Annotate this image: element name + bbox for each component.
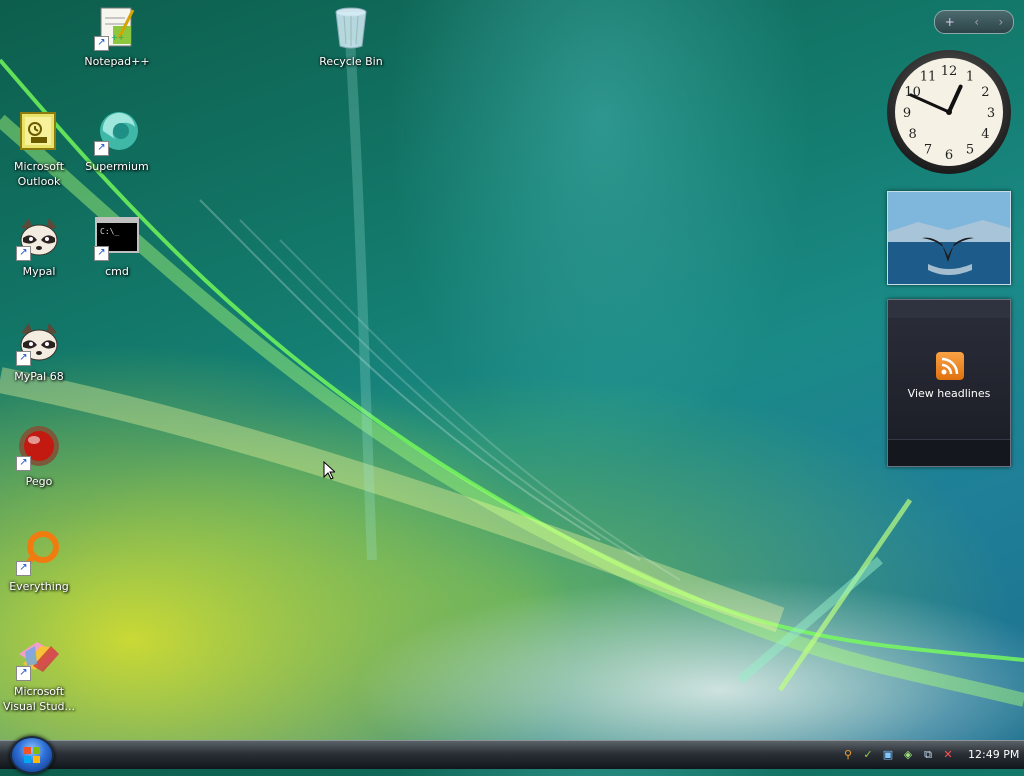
clock-number: 7 (924, 142, 932, 157)
previous-gadget-button[interactable]: ‹ (974, 15, 979, 29)
security-check-icon[interactable]: ✓ (860, 747, 876, 763)
next-gadget-button[interactable]: › (998, 15, 1003, 29)
icon-label: Notepad++ (84, 55, 150, 68)
icon-label: cmd (105, 265, 129, 278)
clock-number: 6 (945, 148, 953, 163)
feed-header-band (888, 300, 1010, 318)
desktop-icon-supermium[interactable]: ↗ Supermium (79, 109, 155, 174)
sidebar-controls: + ‹ › (934, 10, 1014, 34)
clock-number: 1 (966, 70, 974, 85)
slideshow-gadget[interactable] (887, 191, 1011, 285)
svg-text:++: ++ (111, 33, 124, 42)
cmd-glyph-text: C:\_ (100, 227, 119, 236)
clock-number: 9 (903, 106, 911, 121)
clock-number: 3 (987, 106, 995, 121)
icon-label: Mypal (22, 265, 56, 278)
display-tray-icon[interactable]: ⧉ (920, 747, 936, 763)
outlook-icon (20, 112, 56, 150)
rss-icon (936, 352, 964, 380)
shortcut-arrow-icon: ↗ (94, 141, 109, 156)
system-tray: ⚲ ✓ ▣ ◈ ⧉ ✕ 12:49 PM (836, 741, 1024, 768)
feed-headlines-gadget[interactable]: View headlines (887, 299, 1011, 467)
start-button[interactable] (10, 736, 54, 774)
icon-label: Everything (9, 580, 69, 593)
icon-label: Pego (25, 475, 53, 488)
icon-label: Microsoft Visual Stud... (2, 685, 76, 713)
mouse-pointer-icon (323, 461, 335, 480)
desktop-icon-mypal-68[interactable]: ↗ MyPal 68 (1, 319, 77, 384)
desktop-icon-everything[interactable]: ↗ Everything (1, 529, 77, 594)
shortcut-arrow-icon: ↗ (94, 246, 109, 261)
desktop-icon-recycle-bin[interactable]: Recycle Bin (313, 4, 389, 69)
clock-number: 8 (908, 127, 916, 142)
whale-tail-photo (888, 192, 1010, 284)
feed-footer-band (888, 439, 1010, 466)
desktop-icon-microsoft-outlook[interactable]: Microsoft Outlook (1, 109, 77, 189)
icon-label: Supermium (85, 160, 149, 173)
desktop-icon-visual-studio[interactable]: ↗ Microsoft Visual Stud... (1, 634, 77, 714)
shortcut-arrow-icon: ↗ (16, 561, 31, 576)
add-gadget-button[interactable]: + (945, 15, 955, 29)
icon-label: Microsoft Outlook (13, 160, 65, 188)
shortcut-arrow-icon: ↗ (16, 351, 31, 366)
shortcut-arrow-icon: ↗ (16, 246, 31, 261)
windows-logo-icon (24, 747, 40, 763)
icon-label: Recycle Bin (319, 55, 383, 68)
search-tray-icon[interactable]: ⚲ (840, 747, 856, 763)
desktop-icon-notepad-plus-plus[interactable]: ++ ↗ Notepad++ (79, 4, 155, 69)
clock-gadget[interactable]: 12 1234567891011 (885, 48, 1013, 176)
network-status-icon[interactable]: ◈ (900, 747, 916, 763)
volume-muted-icon[interactable]: ✕ (940, 747, 956, 763)
taskbar-clock[interactable]: 12:49 PM (968, 748, 1019, 761)
desktop-icon-mypal[interactable]: ↗ Mypal (1, 214, 77, 279)
clock-number: 11 (920, 70, 937, 85)
shortcut-arrow-icon: ↗ (16, 456, 31, 471)
clock-number: 4 (981, 127, 989, 142)
recycle-bin-icon (335, 7, 367, 49)
desktop-icon-cmd[interactable]: C:\_ ↗ cmd (79, 214, 155, 279)
shortcut-arrow-icon: ↗ (94, 36, 109, 51)
view-headlines-link[interactable]: View headlines (888, 387, 1010, 400)
clock-number: 2 (981, 85, 989, 100)
clock-number: 12 (941, 64, 958, 79)
desktop-icon-pego[interactable]: ↗ Pego (1, 424, 77, 489)
shortcut-arrow-icon: ↗ (16, 666, 31, 681)
icon-label: MyPal 68 (14, 370, 64, 383)
clock-number: 5 (966, 142, 974, 157)
network-tray-icon[interactable]: ▣ (880, 747, 896, 763)
